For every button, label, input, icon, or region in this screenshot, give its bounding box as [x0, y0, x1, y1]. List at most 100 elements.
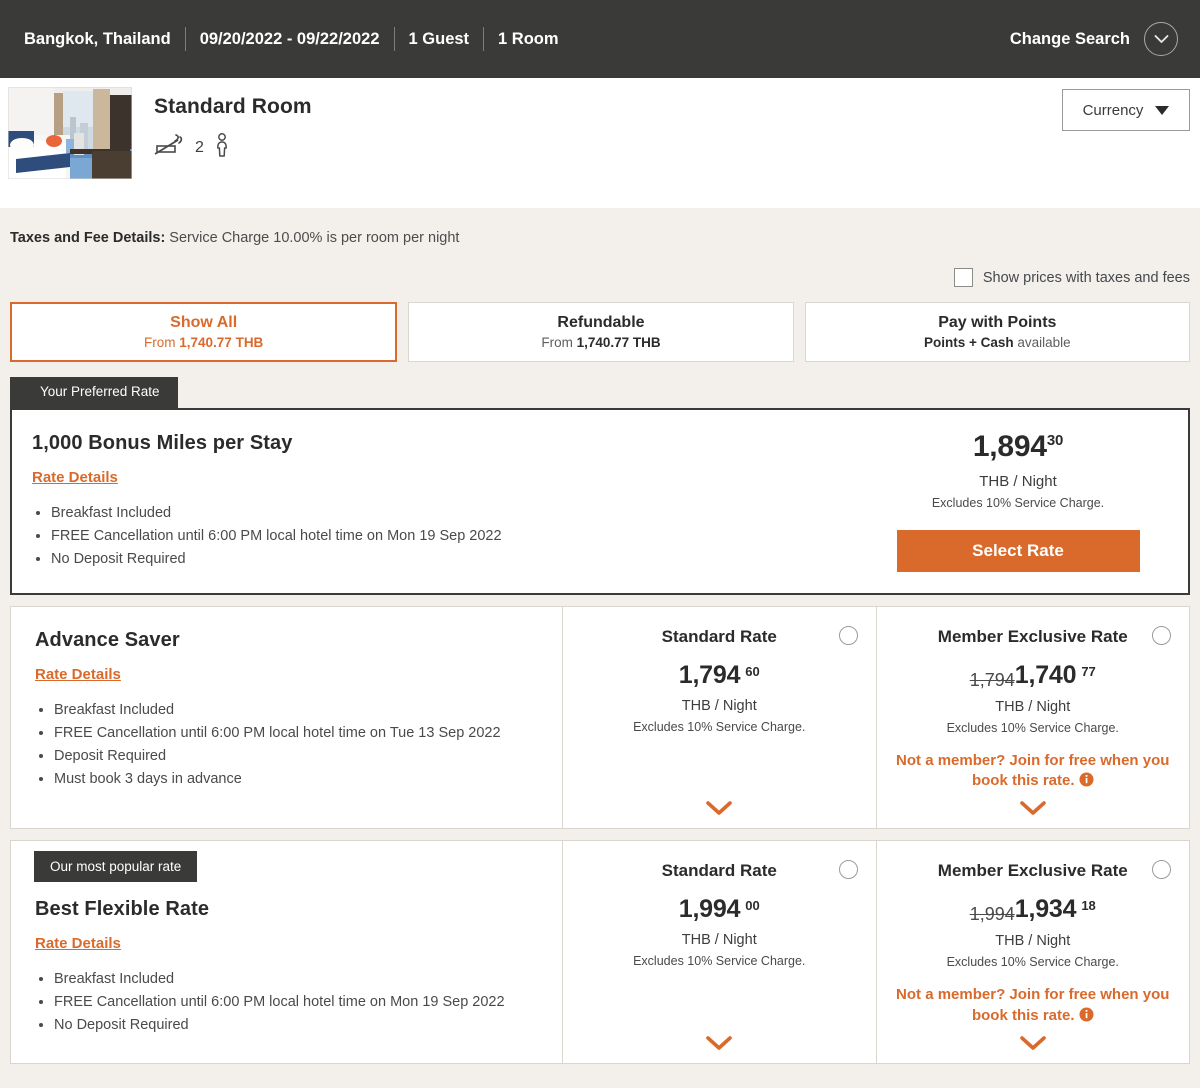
rate-name: 1,000 Bonus Miles per Stay — [32, 431, 293, 454]
price-note: Excludes 10% Service Charge. — [931, 495, 1105, 510]
preferred-rate-section: Your Preferred Rate 1,000 Bonus Miles pe… — [0, 362, 1200, 595]
search-guests[interactable]: 1 Guest — [395, 31, 484, 48]
occupancy-count: 2 — [195, 138, 204, 156]
room-info: Standard Room 2 — [132, 87, 312, 162]
show-prices-checkbox[interactable] — [953, 268, 973, 287]
price-whole: 1,740 — [1014, 660, 1077, 689]
member-join-cta[interactable]: Not a member? Join for free when you boo… — [895, 985, 1172, 1028]
standard-rate-column: Standard Rate 1,794 60 THB / Night Exclud… — [562, 606, 876, 829]
member-join-cta[interactable]: Not a member? Join for free when you boo… — [895, 751, 1172, 794]
price-whole: 1,934 — [1014, 895, 1077, 924]
taxes-text: Service Charge 10.00% is per room per ni… — [165, 230, 460, 246]
info-icon[interactable] — [1079, 772, 1094, 793]
member-exclusive-rate-column: Member Exclusive Rate 1,794 1,740 77 THB /… — [875, 606, 1190, 829]
search-summary-bar: Bangkok, Thailand 09/20/2022 - 09/22/202… — [0, 0, 1200, 78]
column-heading: Member Exclusive Rate — [937, 626, 1128, 646]
price-unit: THB / Night — [995, 933, 1071, 950]
list-item: FREE Cancellation until 6:00 PM local ho… — [54, 992, 542, 1013]
change-search-button[interactable]: Change Search — [1010, 22, 1178, 56]
filter-from-label: From — [541, 335, 577, 350]
member-exclusive-rate-column: Member Exclusive Rate 1,994 1,934 18 THB /… — [875, 841, 1190, 1063]
filter-tab-pay-with-points[interactable]: Pay with Points Points + Cash available — [804, 302, 1190, 362]
member-rate-radio[interactable] — [1152, 860, 1171, 880]
price-unit: THB / Night — [681, 697, 757, 714]
chevron-down-icon[interactable] — [1019, 793, 1046, 816]
filter-from-label: From — [144, 335, 180, 350]
standard-rate-radio[interactable] — [838, 625, 858, 645]
no-smoking-icon — [154, 134, 184, 161]
filter-amount: 1,740.77 THB — [179, 335, 264, 350]
rate-benefits-list: Breakfast Included FREE Cancellation unt… — [32, 503, 868, 570]
filter-subtitle: From 1,740.77 THB — [541, 335, 660, 350]
price-cents: 77 — [1081, 663, 1096, 679]
member-join-text: Not a member? Join for free when you boo… — [896, 986, 1170, 1024]
chevron-down-icon[interactable] — [1144, 22, 1178, 56]
price-note: Excludes 10% Service Charge. — [946, 720, 1119, 735]
price-original-struck: 1,994 — [969, 904, 1015, 925]
person-icon — [215, 133, 229, 162]
filter-title: Refundable — [557, 314, 645, 331]
chevron-down-icon[interactable] — [1019, 1028, 1046, 1051]
filter-tab-show-all[interactable]: Show All From 1,740.77 THB — [10, 302, 398, 362]
list-item: FREE Cancellation until 6:00 PM local ho… — [51, 526, 868, 547]
rate-details-link[interactable]: Rate Details — [35, 935, 121, 952]
rate-details-link[interactable]: Rate Details — [35, 666, 121, 683]
preferred-rate-price-panel: 1,894 30 THB / Night Excludes 10% Service… — [868, 410, 1188, 593]
price-cents: 18 — [1081, 898, 1096, 914]
search-rooms[interactable]: 1 Room — [484, 31, 573, 48]
price-amount: 1,794 60 — [679, 662, 760, 688]
currency-dropdown[interactable]: Currency — [1062, 89, 1190, 131]
caret-down-icon — [1155, 102, 1170, 119]
rate-benefits-list: Breakfast Included FREE Cancellation unt… — [35, 969, 542, 1036]
price-note: Excludes 10% Service Charge. — [633, 719, 806, 734]
chevron-down-icon[interactable] — [706, 793, 733, 816]
member-join-text: Not a member? Join for free when you boo… — [896, 751, 1170, 790]
rate-benefits-list: Breakfast Included FREE Cancellation unt… — [35, 700, 542, 790]
price-unit: THB / Night — [979, 472, 1057, 490]
currency-label: Currency — [1082, 101, 1144, 119]
filter-title: Pay with Points — [938, 314, 1057, 331]
filter-points-label: Points + Cash — [923, 335, 1014, 350]
member-rate-radio[interactable] — [1152, 625, 1171, 645]
select-rate-button[interactable]: Select Rate — [896, 529, 1140, 572]
price-amount: 1,894 30 — [972, 429, 1064, 463]
show-prices-toggle-row[interactable]: Show prices with taxes and fees — [0, 246, 1200, 287]
show-prices-label: Show prices with taxes and fees — [982, 269, 1190, 286]
popular-rate-ribbon: Our most popular rate — [34, 851, 198, 883]
info-icon[interactable] — [1079, 1007, 1094, 1028]
filter-tab-refundable[interactable]: Refundable From 1,740.77 THB — [408, 302, 794, 362]
rate-card-details: Advance Saver Rate Details Breakfast Inc… — [11, 607, 562, 829]
list-item: No Deposit Required — [51, 549, 868, 570]
rate-card-advance-saver: Advance Saver Rate Details Breakfast Inc… — [10, 605, 1190, 830]
filter-subtitle: From 1,740.77 THB — [144, 335, 263, 350]
price-amount: 1,994 1,934 18 — [969, 895, 1096, 925]
room-attributes: 2 — [154, 133, 312, 162]
list-item: FREE Cancellation until 6:00 PM local ho… — [54, 723, 542, 744]
rate-name: Advance Saver — [35, 628, 180, 651]
rate-details-link[interactable]: Rate Details — [32, 469, 118, 486]
search-breadcrumb: Bangkok, Thailand 09/20/2022 - 09/22/202… — [24, 27, 573, 51]
preferred-rate-card: 1,000 Bonus Miles per Stay Rate Details … — [10, 407, 1190, 595]
price-unit: THB / Night — [995, 698, 1071, 715]
price-whole: 1,994 — [678, 895, 741, 924]
change-search-label: Change Search — [1009, 29, 1130, 48]
list-item: Breakfast Included — [54, 700, 542, 721]
search-dates[interactable]: 09/20/2022 - 09/22/2022 — [186, 31, 394, 48]
column-heading: Standard Rate — [661, 861, 777, 881]
price-cents: 00 — [745, 898, 760, 914]
price-note: Excludes 10% Service Charge. — [946, 955, 1119, 970]
column-heading: Member Exclusive Rate — [937, 861, 1128, 881]
search-destination[interactable]: Bangkok, Thailand — [24, 31, 185, 48]
filter-available-label: available — [1013, 335, 1071, 350]
price-whole: 1,894 — [972, 429, 1047, 463]
rate-card-best-flexible-rate: Our most popular rate Best Flexible Rate… — [10, 840, 1190, 1064]
chevron-down-icon[interactable] — [706, 1028, 733, 1051]
room-header: Standard Room 2 Currency — [0, 78, 1200, 208]
preferred-rate-details: 1,000 Bonus Miles per Stay Rate Details … — [12, 410, 868, 593]
price-amount: 1,994 00 — [679, 897, 760, 922]
list-item: Breakfast Included — [51, 503, 868, 524]
standard-rate-radio[interactable] — [838, 860, 858, 880]
filter-subtitle: Points + Cash available — [924, 335, 1071, 350]
rate-name: Best Flexible Rate — [35, 898, 210, 921]
list-item: No Deposit Required — [54, 1015, 542, 1036]
